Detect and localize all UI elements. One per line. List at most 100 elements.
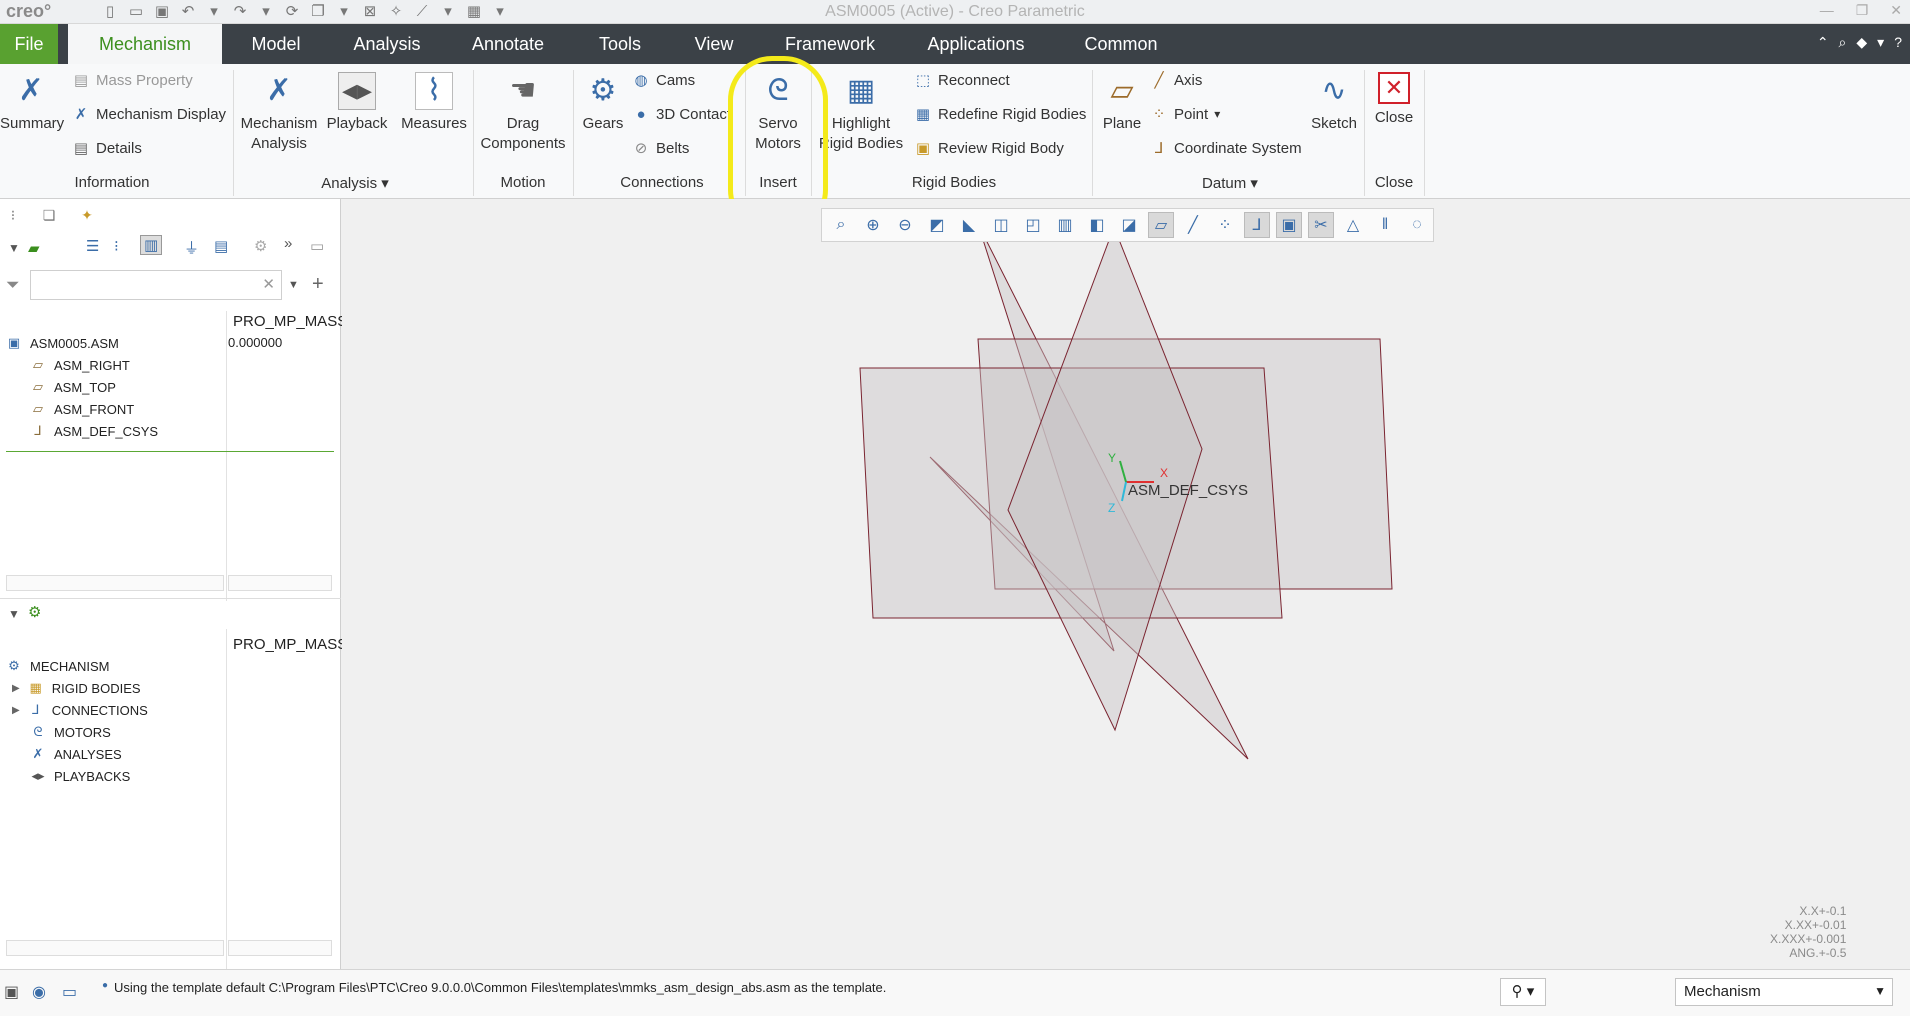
belts-button[interactable]: ⊘ Belts [632, 137, 690, 159]
drag-components-button[interactable]: ☚ Drag Components [476, 66, 570, 154]
refit-icon[interactable]: ⌕ [828, 212, 854, 238]
tree-filter-icon[interactable]: ⏚ [184, 237, 199, 258]
review-rigid-body-button[interactable]: ▣ Review Rigid Body [914, 137, 1064, 159]
pause-icon[interactable]: ‖ [1372, 212, 1398, 238]
mechanism-display-toggle-icon[interactable]: ▣ [1276, 212, 1302, 238]
plane-display-icon[interactable]: ▱ [1148, 212, 1174, 238]
display-style-icon[interactable]: ◣ [956, 212, 982, 238]
restore-icon[interactable]: ❐ [1856, 2, 1869, 19]
tab-applications[interactable]: Applications [918, 24, 1034, 64]
tree-settings-icon[interactable]: ▤ [214, 237, 228, 255]
add-column-icon[interactable]: + [312, 273, 324, 296]
close-app-icon[interactable]: ✕ [1890, 2, 1902, 19]
mech-hscroll-right[interactable] [228, 940, 332, 956]
tree-item-asm-right[interactable]: ▱ ASM_RIGHT [30, 357, 130, 373]
mech-tree-analyses[interactable]: ✗ ANALYSES [30, 746, 122, 762]
annotation-display-icon[interactable]: △ [1340, 212, 1366, 238]
folder-browser-tab-icon[interactable]: ❏ [38, 207, 60, 227]
axis-button[interactable]: ╱ Axis [1150, 69, 1202, 91]
tab-analysis[interactable]: Analysis [342, 24, 432, 64]
tab-file[interactable]: File [0, 24, 58, 64]
mech-tree-motors[interactable]: ᘓ MOTORS [30, 724, 110, 740]
tree-item-asm-def-csys[interactable]: ⅃ ASM_DEF_CSYS [30, 423, 158, 439]
clear-search-icon[interactable]: ✕ [262, 275, 275, 293]
mass-property-button[interactable]: ▤ Mass Property [72, 69, 193, 91]
point-display-icon[interactable]: ⁘ [1212, 212, 1238, 238]
group-datum-label[interactable]: Datum ▾ [1180, 174, 1280, 192]
coordinate-system-button[interactable]: ⅃ Coordinate System [1150, 137, 1302, 159]
section-icon[interactable]: ◧ [1084, 212, 1110, 238]
graphics-area[interactable]: X Y Z ASM_DEF_CSYS [342, 199, 1910, 969]
reconnect-button[interactable]: ⬚ Reconnect [914, 69, 1010, 91]
playback-button[interactable]: ◂▸ Playback [326, 66, 388, 134]
column-header-mass[interactable]: PRO_MP_MASS [233, 313, 347, 330]
zoom-out-icon[interactable]: ⊖ [892, 212, 918, 238]
view-manager-icon[interactable]: ◰ [1020, 212, 1046, 238]
tree-item-root[interactable]: ▣ ASM0005.ASM [6, 335, 119, 351]
minimize-icon[interactable]: — [1820, 2, 1834, 19]
spin-center-icon[interactable]: ◌ [1404, 212, 1430, 238]
tab-view[interactable]: View [684, 24, 744, 64]
selection-filter-dropdown[interactable]: Mechanism ▼ [1675, 978, 1893, 1006]
help-icon[interactable]: ? [1894, 34, 1902, 51]
mech-tree-collapse-icon[interactable]: ▼ [8, 607, 20, 621]
summary-button[interactable]: ✗ Summary [0, 66, 64, 134]
collapse-ribbon-icon[interactable]: ⌃ [1817, 34, 1829, 51]
tree-item-asm-top[interactable]: ▱ ASM_TOP [30, 379, 116, 395]
learning-dropdown-icon[interactable]: ▾ [1877, 34, 1884, 51]
cams-button[interactable]: ◍ Cams [632, 69, 695, 91]
learning-icon[interactable]: ◆ [1856, 34, 1867, 51]
axis-display-icon[interactable]: ╱ [1180, 212, 1206, 238]
find-icon[interactable]: ⚲ ▾ [1500, 978, 1546, 1006]
details-button[interactable]: ▤ Details [72, 137, 142, 159]
mechanism-analysis-button[interactable]: ✗ Mechanism Analysis [236, 66, 322, 154]
redefine-rigid-bodies-button[interactable]: ▦ Redefine Rigid Bodies [914, 103, 1087, 125]
perspective-icon[interactable]: ▥ [1052, 212, 1078, 238]
point-button[interactable]: ⁘ Point ▾ [1150, 103, 1221, 125]
zoom-in-icon[interactable]: ⊕ [860, 212, 886, 238]
plane-button[interactable]: ▱ Plane [1096, 66, 1148, 134]
mech-column-header-mass[interactable]: PRO_MP_MASS [233, 636, 347, 653]
group-analysis-label[interactable]: Analysis ▾ [300, 174, 410, 192]
tree-hscroll-right[interactable] [228, 575, 332, 591]
repaint-icon[interactable]: ◩ [924, 212, 950, 238]
mechanism-display-button[interactable]: ✗ Mechanism Display [72, 103, 226, 125]
more-icon[interactable]: » [284, 235, 292, 252]
tab-annotate[interactable]: Annotate [460, 24, 556, 64]
tree-columns-icon[interactable]: ☰ [86, 237, 99, 255]
point-dropdown-icon[interactable]: ▾ [1214, 107, 1220, 121]
saved-orientations-icon[interactable]: ◫ [988, 212, 1014, 238]
show-navigator-icon[interactable]: ▣ [4, 982, 19, 1002]
favorites-tab-icon[interactable]: ✦ [76, 207, 98, 227]
mech-tree-connections[interactable]: ▶ ⅃ CONNECTIONS [12, 702, 148, 718]
tree-layers-icon[interactable]: ▥ [140, 235, 163, 255]
sketch-button[interactable]: ∿ Sketch [1306, 66, 1362, 134]
tab-model[interactable]: Model [236, 24, 316, 64]
appearance-icon[interactable]: ◪ [1116, 212, 1142, 238]
search-dropdown-icon[interactable]: ▼ [288, 279, 299, 291]
tree-hscroll-left[interactable] [6, 575, 224, 591]
mech-tree-root[interactable]: ⚙ MECHANISM [6, 658, 109, 674]
command-search-icon[interactable]: ⌕ [1839, 34, 1847, 51]
tab-common[interactable]: Common [1074, 24, 1168, 64]
gears-button[interactable]: ⚙ Gears [578, 66, 628, 134]
mech-tree-rigid-bodies[interactable]: ▶ ▦ RIGID BODIES [12, 680, 141, 696]
tab-tools[interactable]: Tools [584, 24, 656, 64]
close-button[interactable]: ✕ Close [1370, 66, 1418, 128]
expand-icon[interactable]: ▶ [12, 705, 20, 716]
browser-icon[interactable]: ◉ [32, 982, 46, 1002]
expand-icon[interactable]: ▶ [12, 683, 20, 694]
tree-collapse-icon[interactable]: ▼ [8, 241, 20, 255]
tree-doc-icon[interactable]: ▭ [310, 237, 324, 255]
measures-button[interactable]: ⌇ Measures [398, 66, 470, 134]
tree-list-icon[interactable]: ⁝ [114, 237, 119, 255]
tree-search-input[interactable]: ✕ [30, 270, 282, 300]
tab-mechanism[interactable]: Mechanism [68, 24, 222, 64]
mech-hscroll-left[interactable] [6, 940, 224, 956]
tree-item-asm-front[interactable]: ▱ ASM_FRONT [30, 401, 134, 417]
csys-display-icon[interactable]: ⅃ [1244, 212, 1270, 238]
3d-contact-button[interactable]: ● 3D Contact [632, 103, 731, 125]
model-tree-tab-icon[interactable]: ⁝ [2, 207, 24, 227]
full-screen-icon[interactable]: ▭ [62, 982, 77, 1002]
highlight-rigid-bodies-button[interactable]: ▦ Highlight Rigid Bodies [814, 66, 908, 154]
